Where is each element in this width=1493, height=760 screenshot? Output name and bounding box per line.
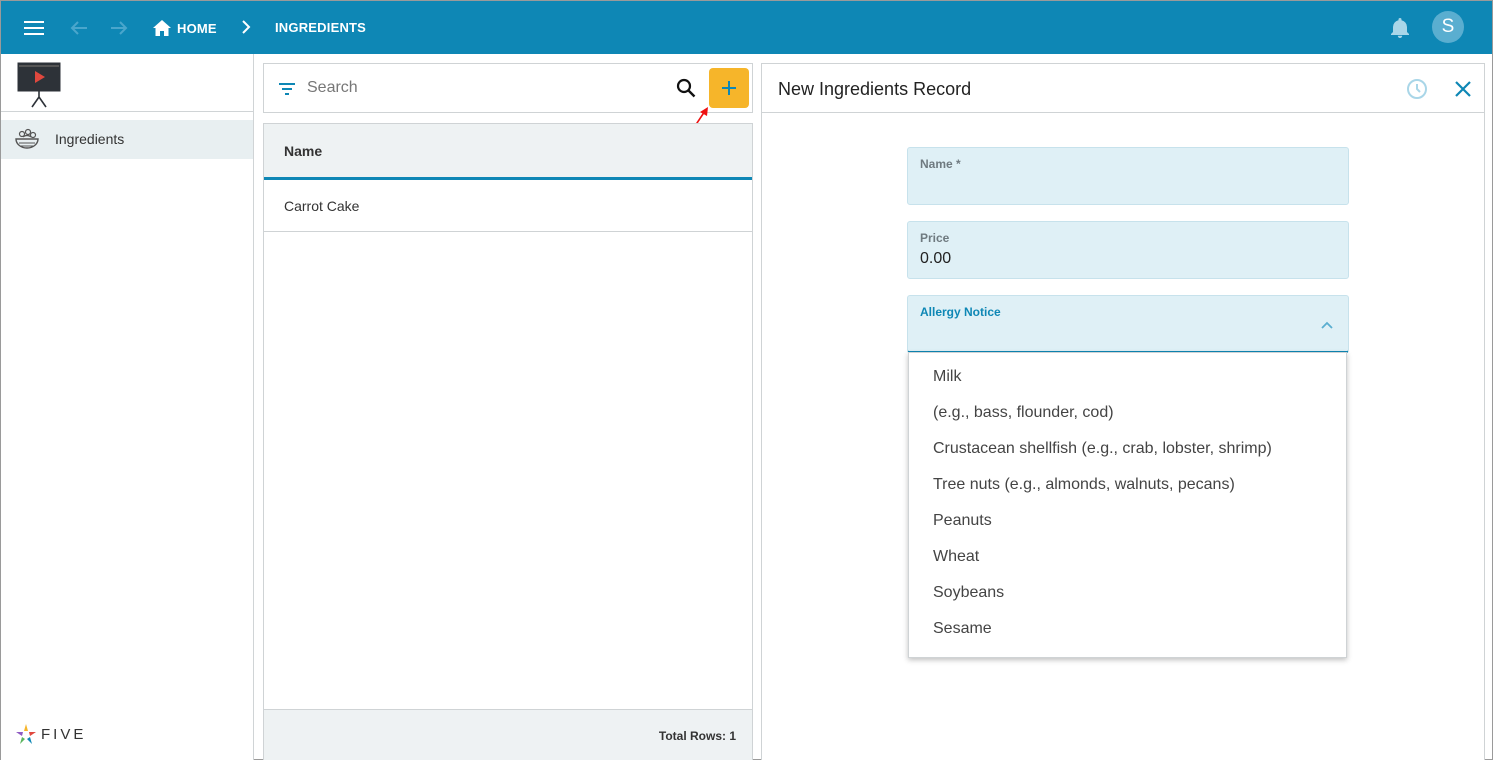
five-brand-logo: FIVE: [15, 723, 86, 745]
dropdown-option[interactable]: Soybeans: [933, 584, 1004, 602]
user-avatar[interactable]: S: [1432, 11, 1464, 43]
brand-name: FIVE: [41, 725, 87, 743]
table-row[interactable]: Carrot Cake: [264, 180, 752, 232]
record-form-panel: New Ingredients Record Name * Price 0.00…: [761, 63, 1485, 760]
plus-icon: [722, 81, 736, 95]
form-header: New Ingredients Record: [762, 64, 1484, 113]
name-field-label: Name *: [920, 157, 961, 171]
history-clock-icon[interactable]: [1405, 77, 1429, 101]
form-title: New Ingredients Record: [778, 79, 972, 99]
price-field-value: 0.00: [920, 250, 952, 267]
add-record-button[interactable]: [709, 68, 749, 108]
dropdown-option[interactable]: Tree nuts (e.g., almonds, walnuts, pecan…: [933, 476, 1235, 494]
notifications-bell-icon[interactable]: [1387, 15, 1413, 41]
price-field[interactable]: Price 0.00: [907, 221, 1349, 279]
column-header-name[interactable]: Name: [284, 143, 322, 159]
search-icon[interactable]: [675, 77, 697, 99]
allergy-notice-select[interactable]: Allergy Notice: [907, 295, 1349, 353]
chevron-right-icon: [236, 16, 256, 38]
list-footer: Total Rows: 1: [264, 709, 752, 760]
top-app-bar: HOME INGREDIENTS S: [1, 1, 1492, 54]
total-rows-count: Total Rows: 1: [658, 729, 736, 743]
breadcrumb-current[interactable]: INGREDIENTS: [275, 20, 366, 35]
dropdown-option[interactable]: Wheat: [933, 548, 979, 566]
home-icon: [153, 20, 171, 36]
sidebar: Ingredients FIVE: [1, 54, 254, 760]
records-list: Name Carrot Cake Total Rows: 1: [263, 123, 753, 760]
sidebar-divider: [1, 111, 253, 112]
list-header: Name: [264, 124, 752, 180]
search-input[interactable]: [307, 76, 667, 100]
chevron-up-icon[interactable]: [1318, 316, 1336, 334]
filter-icon[interactable]: [277, 79, 297, 99]
name-field[interactable]: Name *: [907, 147, 1349, 205]
row-name-cell: Carrot Cake: [284, 198, 360, 214]
breadcrumb-home[interactable]: HOME: [153, 18, 217, 38]
salad-bowl-icon: [14, 126, 40, 152]
price-field-label: Price: [920, 231, 950, 245]
sidebar-item-label: Ingredients: [55, 131, 125, 147]
forward-arrow-icon[interactable]: [105, 13, 133, 43]
dropdown-option[interactable]: Peanuts: [933, 512, 992, 530]
app-logo-presentation-icon: [17, 62, 61, 108]
dropdown-option[interactable]: (e.g., bass, flounder, cod): [933, 404, 1114, 422]
dropdown-option[interactable]: Sesame: [933, 620, 992, 638]
breadcrumb-home-label: HOME: [177, 20, 217, 36]
close-icon[interactable]: [1451, 77, 1475, 101]
sidebar-item-ingredients[interactable]: Ingredients: [1, 120, 253, 159]
dropdown-option[interactable]: Milk: [933, 368, 961, 386]
dropdown-option[interactable]: Crustacean shellfish (e.g., crab, lobste…: [933, 440, 1272, 458]
list-search-bar: [263, 63, 753, 113]
hamburger-menu-icon[interactable]: [19, 13, 49, 43]
allergy-notice-label: Allergy Notice: [920, 305, 1001, 319]
allergy-options-dropdown: Milk (e.g., bass, flounder, cod) Crustac…: [908, 352, 1347, 658]
back-arrow-icon[interactable]: [65, 13, 93, 43]
five-star-icon: [16, 724, 36, 744]
